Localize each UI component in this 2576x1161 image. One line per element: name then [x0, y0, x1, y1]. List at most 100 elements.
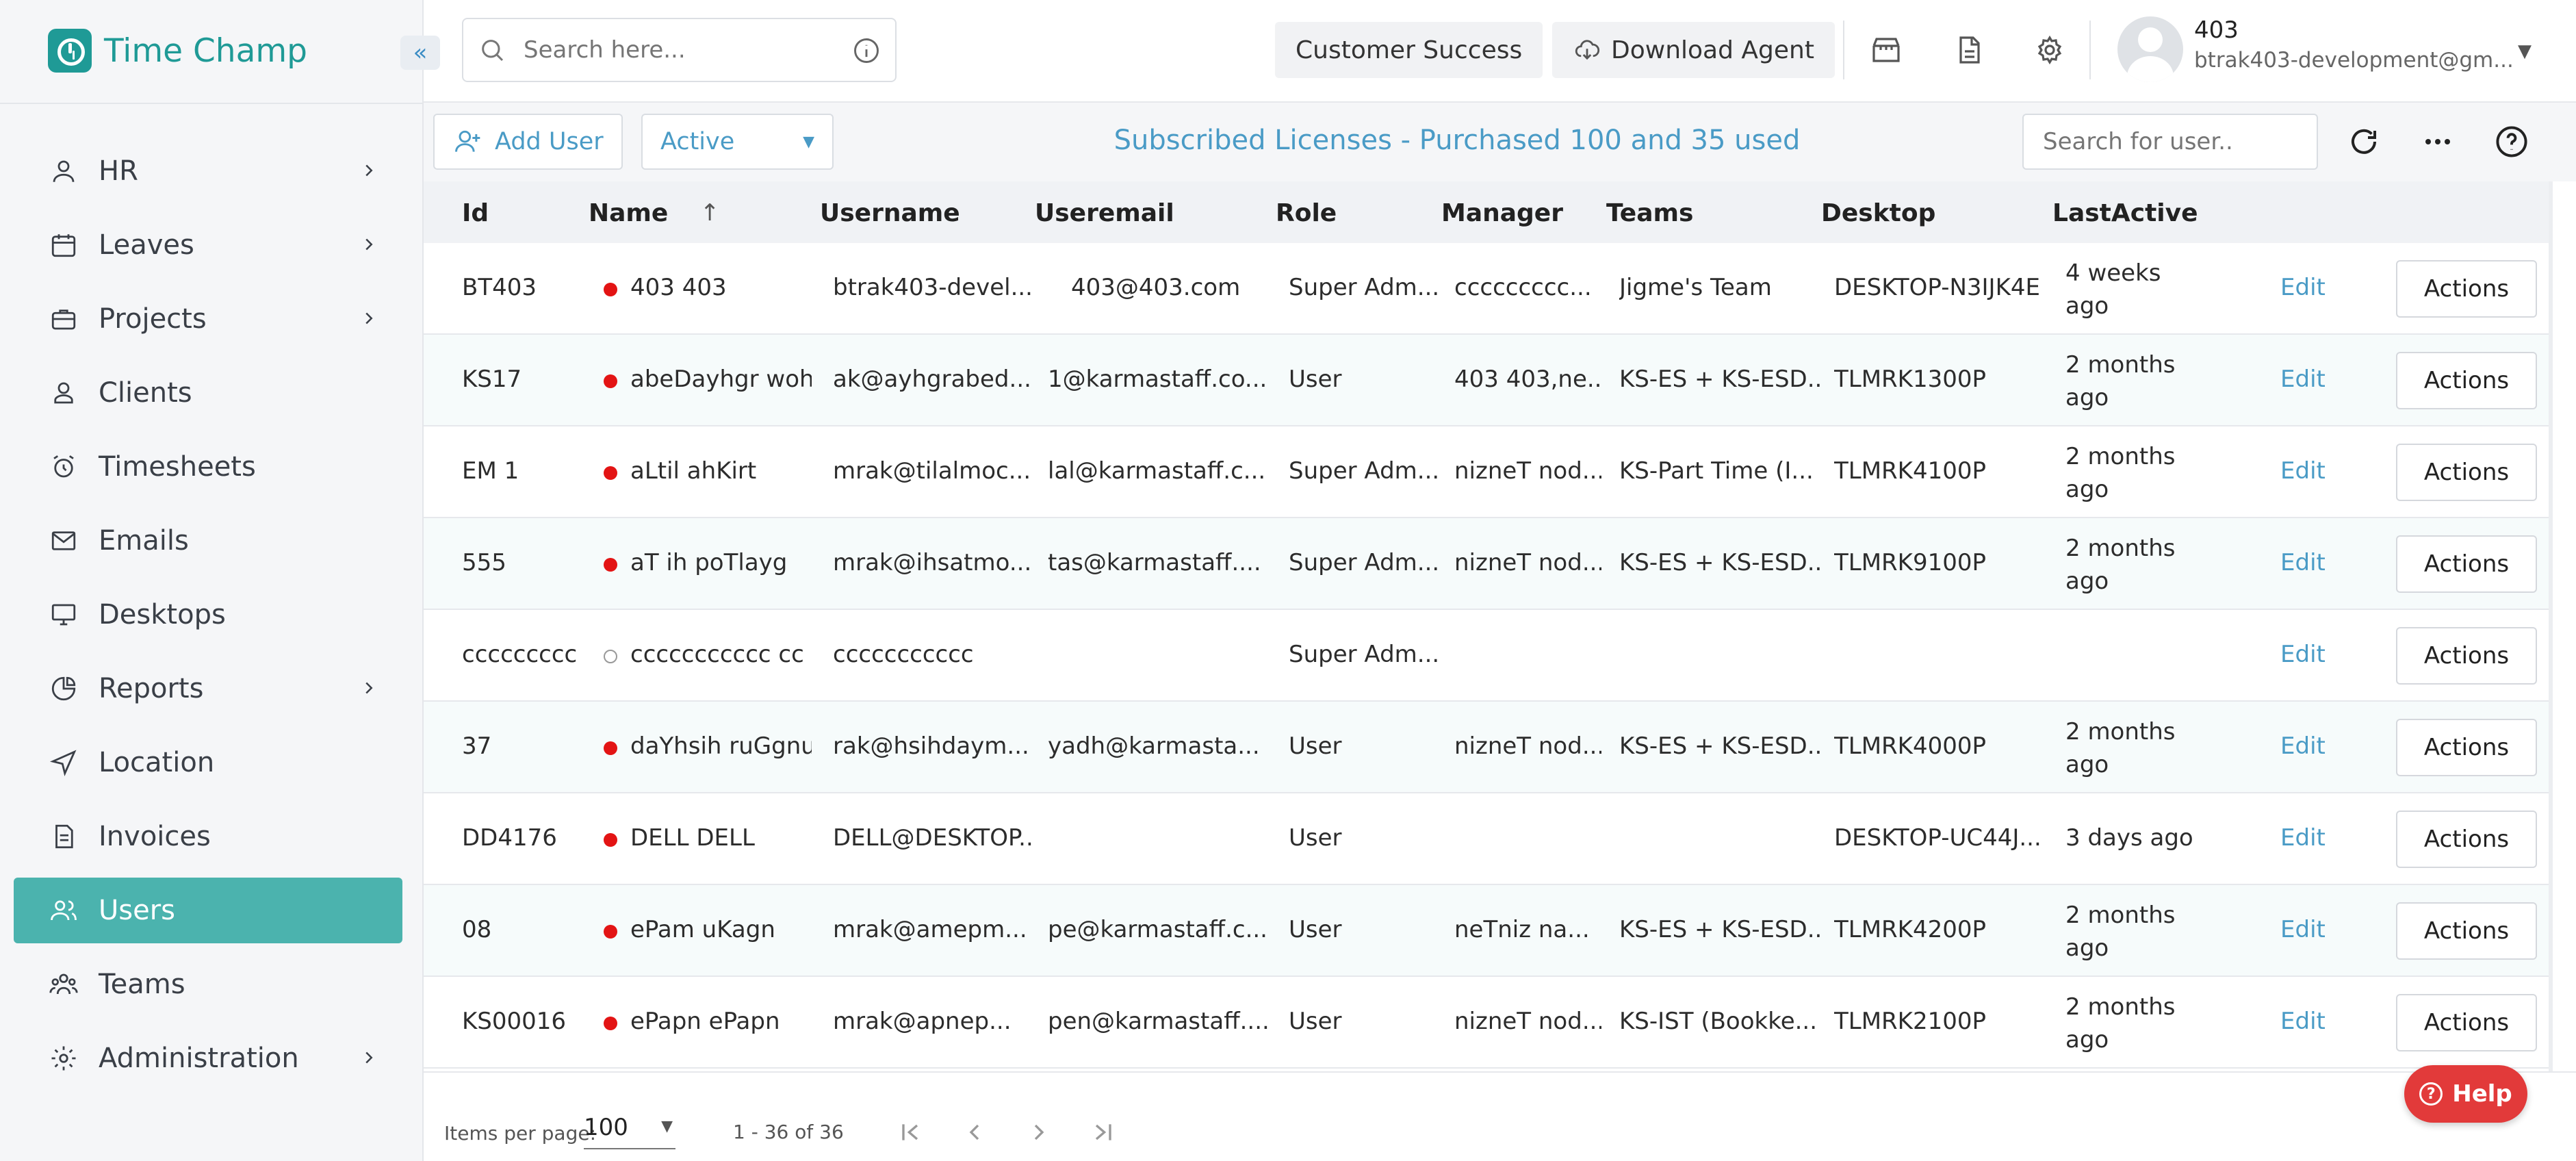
edit-link[interactable]: Edit — [2280, 916, 2326, 943]
cell-id: 08 — [462, 916, 492, 943]
actions-button[interactable]: Actions — [2396, 627, 2537, 685]
column-header-id[interactable]: Id — [462, 199, 489, 227]
column-header-role[interactable]: Role — [1276, 199, 1337, 227]
more-options-icon[interactable] — [2419, 123, 2456, 160]
sidebar-item-leaves[interactable]: Leaves — [14, 212, 402, 278]
cell-role: User — [1289, 824, 1342, 852]
actions-button[interactable]: Actions — [2396, 902, 2537, 960]
sidebar-item-desktops[interactable]: Desktops — [14, 582, 402, 648]
sidebar-item-reports[interactable]: Reports — [14, 656, 402, 722]
search-icon — [482, 40, 504, 62]
first-page-icon[interactable] — [893, 1115, 927, 1149]
global-search[interactable] — [462, 18, 897, 82]
table-row[interactable]: KS17 abeDayhgr woh ak@ayhgrabed... 1@kar… — [424, 335, 2549, 426]
table-row[interactable]: KS00016 ePapn ePapn mrak@apnep... pen@ka… — [424, 977, 2549, 1069]
edit-link[interactable]: Edit — [2280, 274, 2326, 301]
help-question-icon[interactable] — [2493, 123, 2530, 160]
sidebar-item-emails[interactable]: Emails — [14, 508, 402, 574]
column-header-lastactive[interactable]: LastActive — [2052, 199, 2198, 227]
cell-username: mrak@ihsatmo... — [833, 549, 1031, 576]
avatar[interactable] — [2117, 16, 2183, 82]
user-name: 403 — [2194, 16, 2239, 44]
refresh-icon[interactable] — [2345, 123, 2382, 160]
last-page-icon[interactable] — [1086, 1115, 1120, 1149]
table-row[interactable]: ccccccccc ccccccccccc cc ccccccccccc Sup… — [424, 610, 2549, 702]
edit-link[interactable]: Edit — [2280, 549, 2326, 576]
cell-desktop: TLMRK2100P — [1834, 1008, 1986, 1035]
cell-name: daYhsih ruGgnu — [630, 732, 812, 760]
cell-useremail: pe@karmastaff.c... — [1048, 916, 1267, 943]
sidebar-item-label: Desktops — [99, 599, 226, 630]
collapse-sidebar-button[interactable]: « — [400, 36, 440, 70]
customer-success-button[interactable]: Customer Success — [1275, 22, 1543, 78]
sort-ascending-icon[interactable]: ↑ — [700, 199, 720, 227]
items-per-page-select[interactable]: 100 ▼ — [584, 1114, 675, 1149]
edit-link[interactable]: Edit — [2280, 366, 2326, 393]
cell-teams: KS-ES + KS-ESD... — [1619, 366, 1825, 393]
cell-desktop: TLMRK4200P — [1834, 916, 1986, 943]
user-search-input[interactable] — [2022, 114, 2318, 170]
sidebar-item-location[interactable]: Location — [14, 730, 402, 795]
sidebar-item-administration[interactable]: Administration — [14, 1025, 402, 1091]
column-header-teams[interactable]: Teams — [1606, 199, 1693, 227]
calendar-icon — [51, 234, 76, 257]
column-header-desktop[interactable]: Desktop — [1821, 199, 1935, 227]
cell-desktop: TLMRK4000P — [1834, 732, 1986, 760]
edit-link[interactable]: Edit — [2280, 457, 2326, 485]
sidebar-item-projects[interactable]: Projects — [14, 286, 402, 352]
column-header-name[interactable]: Name — [589, 199, 668, 227]
sidebar-item-invoices[interactable]: Invoices — [14, 804, 402, 869]
cell-manager: nizneT nod... — [1454, 732, 1601, 760]
previous-page-icon[interactable] — [957, 1115, 992, 1149]
actions-button[interactable]: Actions — [2396, 444, 2537, 501]
edit-link[interactable]: Edit — [2280, 641, 2326, 668]
chevron-right-icon — [365, 312, 373, 324]
actions-button[interactable]: Actions — [2396, 719, 2537, 776]
edit-link[interactable]: Edit — [2280, 732, 2326, 760]
table-row[interactable]: BT403 403 403 btrak403-devel... 403@403.… — [424, 243, 2549, 335]
column-header-manager[interactable]: Manager — [1441, 199, 1563, 227]
sidebar-item-teams[interactable]: Teams — [14, 952, 402, 1017]
brand[interactable]: Time Champ — [48, 29, 307, 73]
status-filter-select[interactable]: Active ▼ — [641, 114, 834, 170]
actions-button[interactable]: Actions — [2396, 994, 2537, 1051]
column-header-useremail[interactable]: Useremail — [1035, 199, 1174, 227]
actions-button[interactable]: Actions — [2396, 535, 2537, 593]
actions-button[interactable]: Actions — [2396, 352, 2537, 409]
user-menu-caret-icon[interactable]: ▼ — [2518, 41, 2532, 62]
cell-teams: KS-Part Time (I... — [1619, 457, 1814, 485]
document-icon[interactable] — [1950, 31, 1987, 68]
sidebar-item-timesheets[interactable]: Timesheets — [14, 434, 402, 500]
table-scrollbar[interactable] — [2549, 181, 2553, 1071]
table-row[interactable]: 08 ePam uKagn mrak@amepm... pe@karmastaf… — [424, 885, 2549, 977]
next-page-icon[interactable] — [1022, 1115, 1056, 1149]
cell-desktop: TLMRK1300P — [1834, 366, 1986, 393]
table-row[interactable]: EM 1 aLtil ahKirt mrak@tilalmoc... lal@k… — [424, 426, 2549, 518]
download-agent-button[interactable]: Download Agent — [1552, 22, 1835, 78]
info-icon[interactable] — [851, 36, 881, 66]
cell-last-active: 2 months ago — [2065, 443, 2176, 503]
sidebar-item-label: Users — [99, 895, 176, 926]
table-row[interactable]: 37 daYhsih ruGgnu rak@hsihdaym... yadh@k… — [424, 702, 2549, 793]
sidebar-item-hr[interactable]: HR — [14, 138, 402, 204]
table-row[interactable]: 555 aT ih poTlayg mrak@ihsatmo... tas@ka… — [424, 518, 2549, 610]
edit-link[interactable]: Edit — [2280, 824, 2326, 852]
actions-button[interactable]: Actions — [2396, 811, 2537, 868]
table-row[interactable]: DD4176 DELL DELL DELL@DESKTOP... User DE… — [424, 793, 2549, 885]
help-button[interactable]: ? Help — [2404, 1065, 2527, 1123]
navigation-icon — [49, 750, 77, 777]
store-icon[interactable] — [1868, 31, 1905, 68]
settings-gear-icon[interactable] — [2031, 31, 2068, 68]
column-header-username[interactable]: Username — [820, 199, 960, 227]
cell-username: mrak@amepm... — [833, 916, 1027, 943]
sidebar-item-clients[interactable]: Clients — [14, 360, 402, 426]
cell-id: EM 1 — [462, 457, 519, 485]
cell-id: KS17 — [462, 366, 522, 393]
pagination-range: 1 - 36 of 36 — [733, 1121, 844, 1143]
actions-button[interactable]: Actions — [2396, 260, 2537, 318]
sidebar-item-users[interactable]: Users — [14, 878, 402, 943]
edit-link[interactable]: Edit — [2280, 1008, 2326, 1035]
add-user-button[interactable]: Add User — [433, 114, 623, 170]
cell-useremail: pen@karmastaff.... — [1048, 1008, 1270, 1035]
search-input[interactable] — [524, 36, 818, 64]
